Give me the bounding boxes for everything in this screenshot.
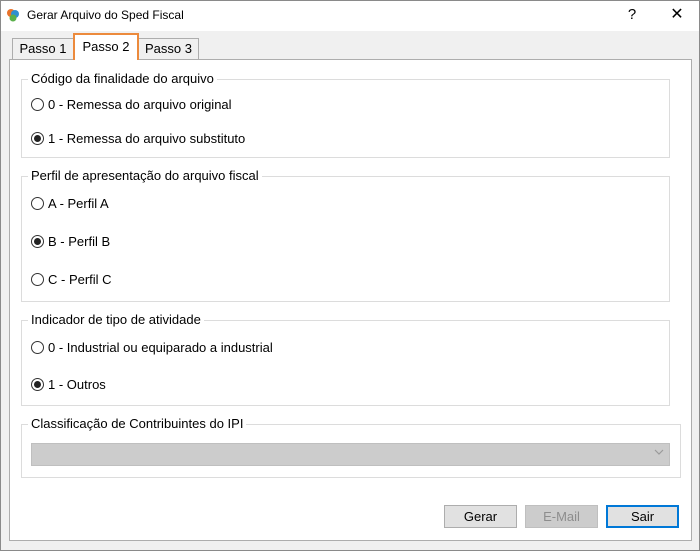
radio-option-perfil-a[interactable]: A - Perfil A xyxy=(31,196,109,212)
radio-option-perfil-b[interactable]: B - Perfil B xyxy=(31,234,110,250)
group-finalidade: Código da finalidade do arquivo 0 - Reme… xyxy=(21,71,670,158)
radio-option-industrial[interactable]: 0 - Industrial ou equiparado a industria… xyxy=(31,340,273,356)
radio-button[interactable] xyxy=(31,98,44,111)
group-ipi-title: Classificação de Contribuintes do IPI xyxy=(28,416,247,432)
radio-option-perfil-c[interactable]: C - Perfil C xyxy=(31,272,112,288)
help-button[interactable]: ? xyxy=(618,3,646,27)
tab-panel: Código da finalidade do arquivo 0 - Reme… xyxy=(9,59,692,541)
radio-button[interactable] xyxy=(31,341,44,354)
radio-label: 1 - Outros xyxy=(48,377,106,392)
email-button[interactable]: E-Mail xyxy=(525,505,598,528)
radio-button[interactable] xyxy=(31,235,44,248)
radio-label: 0 - Industrial ou equiparado a industria… xyxy=(48,340,273,355)
chevron-down-icon[interactable] xyxy=(654,447,664,460)
radio-option-outros[interactable]: 1 - Outros xyxy=(31,377,106,393)
group-finalidade-title: Código da finalidade do arquivo xyxy=(28,71,217,87)
radio-label: A - Perfil A xyxy=(48,196,109,211)
radio-label: C - Perfil C xyxy=(48,272,112,287)
tab-passo-3[interactable]: Passo 3 xyxy=(138,38,199,60)
window-title: Gerar Arquivo do Sped Fiscal xyxy=(27,8,184,22)
radio-option-original[interactable]: 0 - Remessa do arquivo original xyxy=(31,97,232,113)
group-ipi: Classificação de Contribuintes do IPI xyxy=(21,416,681,478)
radio-button[interactable] xyxy=(31,378,44,391)
group-perfil-title: Perfil de apresentação do arquivo fiscal xyxy=(28,168,262,184)
tab-passo-1[interactable]: Passo 1 xyxy=(12,38,74,60)
tab-passo-2[interactable]: Passo 2 xyxy=(73,33,139,60)
group-atividade: Indicador de tipo de atividade 0 - Indus… xyxy=(21,312,670,406)
radio-label: B - Perfil B xyxy=(48,234,111,249)
gerar-button[interactable]: Gerar xyxy=(444,505,517,528)
radio-option-substituto[interactable]: 1 - Remessa do arquivo substituto xyxy=(31,131,245,147)
ipi-classification-select[interactable] xyxy=(31,443,670,466)
radio-label: 0 - Remessa do arquivo original xyxy=(48,97,232,112)
radio-button[interactable] xyxy=(31,197,44,210)
title-bar: Gerar Arquivo do Sped Fiscal ? ✕ xyxy=(1,1,699,31)
radio-label: 1 - Remessa do arquivo substituto xyxy=(48,131,246,146)
group-perfil: Perfil de apresentação do arquivo fiscal… xyxy=(21,168,670,302)
radio-button[interactable] xyxy=(31,273,44,286)
group-atividade-title: Indicador de tipo de atividade xyxy=(28,312,204,328)
sair-button[interactable]: Sair xyxy=(606,505,679,528)
close-button[interactable]: ✕ xyxy=(661,3,693,27)
app-icon xyxy=(6,8,20,22)
radio-button[interactable] xyxy=(31,132,44,145)
dialog-window: Gerar Arquivo do Sped Fiscal ? ✕ Passo 1… xyxy=(0,0,700,551)
